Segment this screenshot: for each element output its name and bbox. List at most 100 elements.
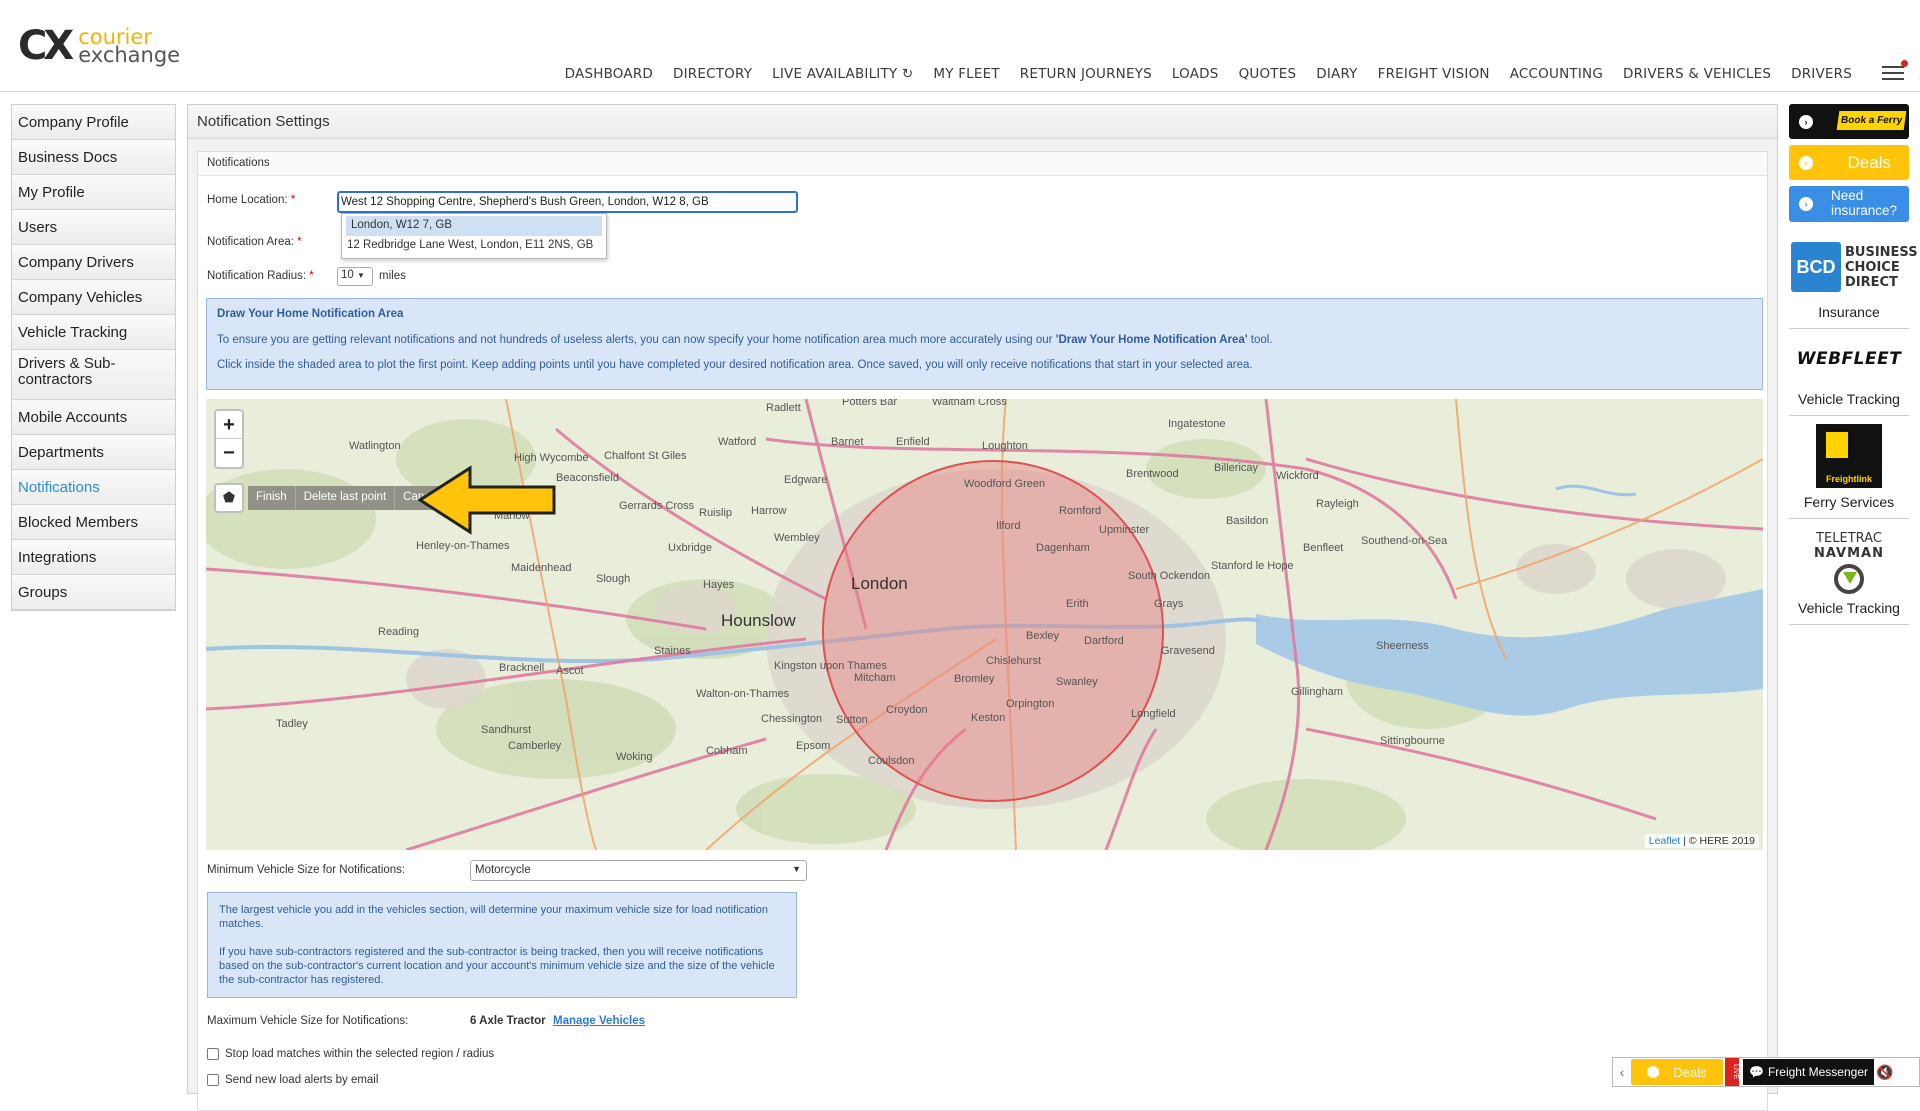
nav-live-availability[interactable]: LIVE AVAILABILITY ↻ <box>772 66 913 82</box>
map-place-label: Walton-on-Thames <box>696 688 790 700</box>
yellow-arrow-annotation <box>418 465 556 535</box>
zoom-in-button[interactable]: + <box>216 411 242 439</box>
notification-dot <box>1901 60 1908 67</box>
zoom-out-button[interactable]: − <box>216 439 242 467</box>
sidebar-item-business-docs[interactable]: Business Docs <box>12 140 175 175</box>
page-title: Notification Settings <box>188 105 1777 139</box>
max-vehicle-value: 6 Axle Tractor <box>470 1015 546 1027</box>
messenger-deals-button[interactable]: Deals <box>1631 1059 1723 1085</box>
map-place-label: Rayleigh <box>1316 498 1359 510</box>
radius-select[interactable]: 10 ▼ <box>337 267 373 286</box>
deals-ad[interactable]: › Deals <box>1789 145 1909 180</box>
suggestion-item[interactable]: London, W12 7, GB <box>346 216 602 236</box>
mute-icon[interactable]: 🔇 <box>1874 1064 1896 1081</box>
sidebar-item-integrations[interactable]: Integrations <box>12 540 175 575</box>
teletrac-ad[interactable]: TELETRAC NAVMAN Vehicle Tracking <box>1789 519 1909 625</box>
map-place-label: Hayes <box>703 579 735 591</box>
map-place-label: Chessington <box>761 713 822 725</box>
truck-icon <box>1826 432 1848 458</box>
map-place-label: Reading <box>378 626 419 638</box>
need-insurance-ad[interactable]: › Need insurance? <box>1789 186 1909 222</box>
freightlink-ad[interactable]: Freightlink Ferry Services <box>1789 416 1909 519</box>
info-title: Draw Your Home Notification Area <box>217 308 404 320</box>
freight-messenger-button[interactable]: 💬 Freight Messenger <box>1743 1059 1874 1085</box>
map-place-label: Watford <box>718 436 756 448</box>
webfleet-ad[interactable]: WEBFLEET Vehicle Tracking <box>1789 329 1909 416</box>
deals-icon <box>1647 1066 1660 1078</box>
sidebar-item-vehicle-tracking[interactable]: Vehicle Tracking <box>12 315 175 350</box>
sidebar-item-company-profile[interactable]: Company Profile <box>12 105 175 140</box>
map-place-label: Woking <box>616 751 652 763</box>
stop-load-matches-checkbox[interactable]: Stop load matches within the selected re… <box>207 1048 494 1060</box>
hamburger-icon[interactable] <box>1882 60 1908 82</box>
map-place-label: Loughton <box>982 440 1028 452</box>
right-ads-column: › Book a Ferry › Deals › Need insurance?… <box>1789 104 1918 625</box>
min-vehicle-select[interactable]: Motorcycle ▼ <box>470 860 807 881</box>
map-place-label: Harrow <box>751 505 787 517</box>
nav-drivers[interactable]: DRIVERS <box>1791 66 1852 82</box>
map-place-label: Longfield <box>1131 708 1176 720</box>
courier-exchange-logo[interactable]: CX courier exchange <box>18 26 180 66</box>
ad-caption: Ferry Services <box>1803 494 1895 510</box>
draw-polygon-button[interactable]: ⬟ <box>214 483 244 513</box>
arrow-right-icon: › <box>1799 197 1813 211</box>
nav-quotes[interactable]: QUOTES <box>1239 66 1297 82</box>
map-place-label: Southend-on-Sea <box>1361 535 1448 547</box>
map-place-label: Waltham Cross <box>932 399 1007 408</box>
nav-loads[interactable]: LOADS <box>1172 66 1219 82</box>
sidebar-item-drivers-subcontractors[interactable]: Drivers & Sub-contractors <box>12 350 175 400</box>
map-place-label: London <box>851 574 908 593</box>
map-place-label: Henley-on-Thames <box>416 540 510 552</box>
sidebar-item-mobile-accounts[interactable]: Mobile Accounts <box>12 400 175 435</box>
nav-my-fleet[interactable]: MY FLEET <box>933 66 999 82</box>
sidebar-item-departments[interactable]: Departments <box>12 435 175 470</box>
map-place-label: Dagenham <box>1036 542 1090 554</box>
ad-caption: Insurance <box>1818 304 1880 320</box>
map-place-label: Ingatestone <box>1168 418 1226 430</box>
map-place-label: Bracknell <box>499 662 544 674</box>
map-place-label: Chalfont St Giles <box>604 450 687 462</box>
sidebar-item-groups[interactable]: Groups <box>12 575 175 610</box>
map-place-label: Sutton <box>836 714 868 726</box>
manage-vehicles-link[interactable]: Manage Vehicles <box>553 1015 645 1027</box>
leaflet-link[interactable]: Leaflet <box>1649 835 1681 847</box>
notification-area-map[interactable]: London Hounslow Harrow Wembley Edgware Barnet… <box>206 399 1763 850</box>
nav-drivers-vehicles[interactable]: DRIVERS & VEHICLES <box>1623 66 1771 82</box>
refresh-icon: ↻ <box>901 66 914 82</box>
map-place-label: Ilford <box>996 520 1020 532</box>
bcd-insurance-ad[interactable]: BCD BUSINESS CHOICE DIRECT Insurance <box>1789 228 1918 329</box>
nav-dashboard[interactable]: DASHBOARD <box>565 66 653 82</box>
radius-unit: miles <box>379 270 406 282</box>
section-title: Notifications <box>198 152 1767 176</box>
home-location-input[interactable] <box>337 191 798 213</box>
settings-sidebar: Company Profile Business Docs My Profile… <box>11 104 176 611</box>
email-alerts-checkbox[interactable]: Send new load alerts by email <box>207 1074 378 1086</box>
notification-radius-circle[interactable] <box>822 460 1164 802</box>
nav-return-journeys[interactable]: RETURN JOURNEYS <box>1020 66 1152 82</box>
freight-messenger-bar: ‹ Deals LIVE 💬 Freight Messenger 🔇 <box>1612 1057 1920 1087</box>
home-location-label: Home Location: * <box>207 194 296 206</box>
nav-directory[interactable]: DIRECTORY <box>673 66 752 82</box>
nav-freight-vision[interactable]: FREIGHT VISION <box>1378 66 1490 82</box>
sidebar-item-blocked-members[interactable]: Blocked Members <box>12 505 175 540</box>
main-nav: DASHBOARD DIRECTORY LIVE AVAILABILITY ↻ … <box>545 66 1852 82</box>
map-place-label: Barnet <box>831 436 863 448</box>
book-ferry-ad[interactable]: › Book a Ferry <box>1789 104 1909 139</box>
map-place-label: Ascot <box>556 665 584 677</box>
nav-accounting[interactable]: ACCOUNTING <box>1510 66 1603 82</box>
map-place-label: Staines <box>654 645 691 657</box>
sidebar-item-notifications[interactable]: Notifications <box>12 470 175 505</box>
map-place-label: Woodford Green <box>964 478 1045 490</box>
map-place-label: Camberley <box>508 740 562 752</box>
finish-button[interactable]: Finish <box>248 486 296 510</box>
sidebar-item-my-profile[interactable]: My Profile <box>12 175 175 210</box>
nav-diary[interactable]: DIARY <box>1316 66 1357 82</box>
suggestion-item[interactable]: 12 Redbridge Lane West, London, E11 2NS,… <box>342 236 606 256</box>
sidebar-item-company-vehicles[interactable]: Company Vehicles <box>12 280 175 315</box>
max-vehicle-label: Maximum Vehicle Size for Notifications: <box>207 1015 409 1027</box>
map-place-label: Watlington <box>349 440 401 452</box>
sidebar-item-company-drivers[interactable]: Company Drivers <box>12 245 175 280</box>
sidebar-item-users[interactable]: Users <box>12 210 175 245</box>
chevron-left-icon[interactable]: ‹ <box>1613 1064 1631 1080</box>
delete-last-point-button[interactable]: Delete last point <box>296 486 396 510</box>
